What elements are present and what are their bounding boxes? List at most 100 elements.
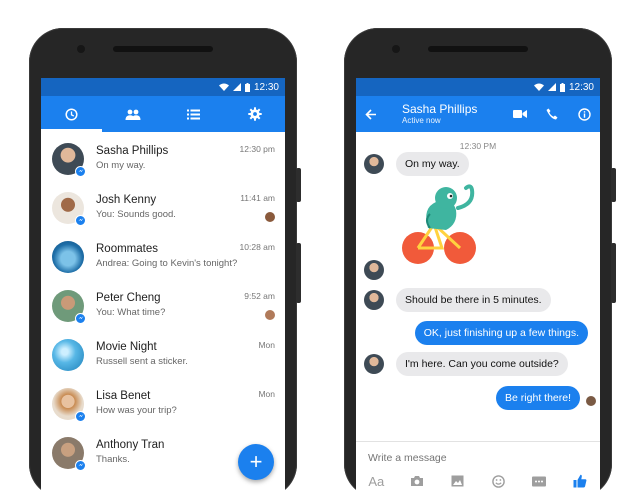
contact-name: Sasha Phillips [402,101,478,116]
thread-snippet: On my way. [96,160,146,171]
conversation-title[interactable]: Sasha Phillips Active now [402,101,504,126]
video-call-button[interactable] [504,109,536,119]
new-message-button[interactable]: + [238,444,274,480]
like-button[interactable] [569,470,591,492]
thread-item[interactable]: Josh Kenny You: Sounds good. 11:41 am [41,183,285,232]
thread-snippet: Russell sent a sticker. [96,356,188,367]
wifi-icon [218,83,229,91]
tab-recent[interactable] [41,96,102,132]
thread-snippet: How was your trip? [96,405,177,416]
app-bar [41,96,285,132]
message-row: OK, just finishing up a few things. [356,319,600,347]
messenger-badge-icon [75,459,86,471]
voice-call-button[interactable] [536,108,568,120]
sender-avatar [364,260,384,280]
volume-button [611,168,616,202]
message-row: I'm here. Can you come outside? [356,350,600,378]
sticker-row [356,184,600,280]
avatar [52,436,86,471]
phone-icon [546,108,558,120]
camera-icon [410,476,423,486]
incoming-message[interactable]: On my way. [396,152,469,176]
video-camera-icon [513,110,527,118]
more-button[interactable] [528,470,550,492]
composer: Aa [356,441,600,498]
sender-avatar [364,290,384,310]
front-camera [77,45,85,53]
front-camera [392,45,400,53]
thread-item[interactable]: Movie Night Russell sent a sticker. Mon [41,330,285,379]
clock-icon [65,107,78,121]
outgoing-message[interactable]: OK, just finishing up a few things. [414,321,588,345]
avatar [52,240,84,273]
thread-item[interactable]: Peter Cheng You: What time? 9:52 am [41,281,285,330]
volume-button [296,168,301,202]
signal-icon [232,83,241,91]
gallery-button[interactable] [447,470,469,492]
thread-item[interactable]: Lisa Benet How was your trip? Mon [41,379,285,428]
sender-avatar [364,354,384,374]
thread-name: Lisa Benet [96,390,151,402]
camera-button[interactable] [406,470,428,492]
thread-list: Sasha Phillips On my way. 12:30 pm Josh … [41,134,285,477]
message-input[interactable] [368,452,568,464]
seen-avatar [586,396,596,406]
thread-item[interactable]: Roommates Andrea: Going to Kevin's tonig… [41,232,285,281]
incoming-message[interactable]: I'm here. Can you come outside? [396,352,568,376]
sticker-button[interactable] [487,470,509,492]
battery-icon [559,82,565,92]
power-button [296,243,301,303]
image-icon [451,475,464,487]
info-icon [577,107,591,121]
text-format-button[interactable]: Aa [365,470,387,492]
people-icon [125,109,140,120]
tab-bar [41,96,285,132]
messenger-badge-icon [75,165,86,177]
thread-snippet: You: What time? [96,307,166,318]
power-button [611,243,616,303]
status-bar: 12:30 [356,78,600,96]
thread-body: Lisa Benet How was your trip? [96,389,277,418]
thread-snippet: You: Sounds good. [96,209,176,220]
earpiece-speaker [428,46,528,52]
avatar [52,191,86,226]
seen-avatar [265,310,275,320]
tab-people[interactable] [102,96,163,132]
thread-time: 10:28 am [239,242,275,252]
signal-icon [547,83,556,91]
conversation-bar: Sasha Phillips Active now [356,96,600,132]
plus-icon: + [249,449,263,474]
thread-time: 9:52 am [244,291,275,301]
composer-toolbar: Aa [356,470,600,492]
thumbs-up-icon [573,474,587,488]
tab-settings[interactable] [224,96,285,132]
monkey-bike-sticker-icon[interactable] [400,184,482,270]
message-row: On my way. [356,150,600,178]
thread-time: 11:41 am [240,193,275,203]
thread-body: Movie Night Russell sent a sticker. [96,340,277,369]
back-button[interactable] [356,108,386,120]
messenger-badge-icon [75,312,86,324]
gear-icon [247,107,262,121]
back-arrow-icon [365,108,376,120]
avatar [52,387,86,422]
outgoing-message[interactable]: Be right there! [496,386,580,410]
right-screen: 12:30 Sasha Phillips Active now 12:30 PM [356,78,600,498]
battery-icon [244,82,250,92]
status-bar: 12:30 [41,78,285,96]
status-time: 12:30 [568,81,594,93]
info-button[interactable] [568,107,600,121]
messenger-badge-icon [75,410,86,422]
presence-status: Active now [402,115,441,125]
tab-groups[interactable] [163,96,224,132]
avatar [52,338,84,371]
font-icon: Aa [368,473,385,489]
incoming-message[interactable]: Should be there in 5 minutes. [396,288,551,312]
thread-item[interactable]: Sasha Phillips On my way. 12:30 pm [41,134,285,183]
thread-snippet: Andrea: Going to Kevin's tonight? [96,258,238,269]
message-list: 12:30 PM On my way. Should be there in 5… [356,132,600,442]
left-phone: 12:30 Sasha Phillips On my way. 12:30 pm… [29,28,301,498]
avatar [52,142,86,177]
list-icon [187,109,200,119]
right-phone: 12:30 Sasha Phillips Active now 12:30 PM [344,28,616,498]
